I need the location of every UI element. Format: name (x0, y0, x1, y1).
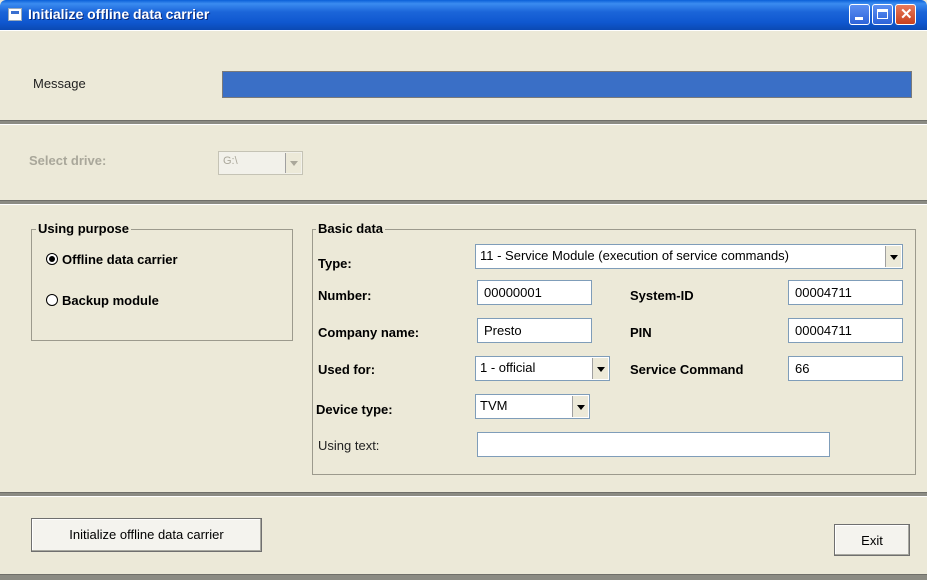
chevron-down-icon[interactable] (572, 396, 588, 417)
company-name-field[interactable]: Presto (477, 318, 592, 343)
system-id-label: System-ID (630, 288, 694, 303)
chevron-down-icon[interactable] (285, 153, 301, 173)
used-for-value: 1 - official (480, 360, 536, 375)
service-command-label: Service Command (630, 362, 744, 377)
radio-icon (46, 294, 58, 306)
device-type-label: Device type: (316, 402, 393, 417)
using-text-label: Using text: (318, 438, 380, 453)
number-label: Number: (318, 288, 372, 303)
radio-offline-label: Offline data carrier (62, 252, 178, 267)
app-icon (8, 8, 22, 21)
dialog-window: Initialize offline data carrier ✕ Messag… (0, 0, 927, 581)
separator (0, 574, 927, 581)
minimize-icon (855, 17, 863, 20)
radio-backup-label: Backup module (62, 293, 159, 308)
maximize-button[interactable] (872, 4, 893, 25)
title-bar[interactable]: Initialize offline data carrier ✕ (0, 0, 927, 30)
pin-value: 00004711 (795, 323, 852, 338)
system-id-value: 00004711 (795, 285, 852, 300)
company-name-value: Presto (484, 323, 522, 338)
type-select[interactable]: 11 - Service Module (execution of servic… (475, 244, 903, 269)
used-for-label: Used for: (318, 362, 376, 377)
radio-backup-module[interactable]: Backup module (46, 293, 159, 308)
radio-offline-data-carrier[interactable]: Offline data carrier (46, 252, 178, 267)
service-command-field[interactable]: 66 (788, 356, 903, 381)
basic-data-title: Basic data (316, 221, 386, 236)
number-field[interactable]: 00000001 (477, 280, 592, 305)
device-type-select[interactable]: TVM (475, 394, 590, 419)
used-for-select[interactable]: 1 - official (475, 356, 610, 381)
type-label: Type: (318, 256, 352, 271)
message-progress-bar (222, 71, 912, 98)
using-purpose-group (31, 229, 293, 341)
chevron-down-icon[interactable] (592, 358, 608, 379)
initialize-button[interactable]: Initialize offline data carrier (31, 518, 262, 552)
exit-button-label: Exit (861, 533, 883, 548)
separator (0, 492, 927, 497)
system-id-field[interactable]: 00004711 (788, 280, 903, 305)
using-purpose-title: Using purpose (36, 221, 132, 236)
device-type-value: TVM (480, 398, 508, 413)
select-drive-label: Select drive: (29, 153, 107, 168)
drive-select[interactable]: G:\ (218, 151, 303, 175)
separator (0, 120, 927, 125)
separator (0, 200, 927, 205)
initialize-button-label: Initialize offline data carrier (69, 527, 224, 542)
drive-select-value: G:\ (223, 155, 238, 167)
exit-button[interactable]: Exit (834, 524, 910, 556)
minimize-button[interactable] (849, 4, 870, 25)
service-command-value: 66 (795, 361, 810, 376)
pin-field[interactable]: 00004711 (788, 318, 903, 343)
message-label: Message (33, 76, 86, 91)
chevron-down-icon[interactable] (885, 246, 901, 267)
pin-label: PIN (630, 325, 652, 340)
maximize-icon (877, 9, 888, 19)
type-select-value: 11 - Service Module (execution of servic… (480, 248, 789, 263)
using-text-field[interactable] (477, 432, 830, 457)
window-title: Initialize offline data carrier (28, 6, 210, 22)
close-button[interactable]: ✕ (895, 4, 916, 25)
radio-icon (46, 253, 58, 265)
company-name-label: Company name: (318, 325, 420, 340)
close-icon: ✕ (900, 6, 913, 23)
number-value: 00000001 (484, 285, 542, 300)
